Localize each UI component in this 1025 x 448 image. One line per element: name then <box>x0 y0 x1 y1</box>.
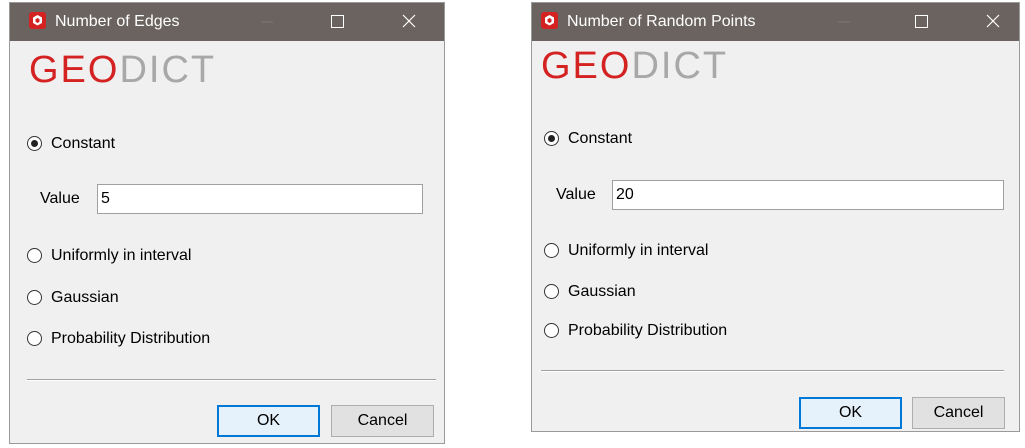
logo-geo-text: GEO <box>29 49 120 91</box>
geodict-logo: GEODICT <box>541 43 728 89</box>
minimize-button[interactable] <box>821 3 867 41</box>
number-of-edges-dialog: Number of Edges GEODICT Constant Value U… <box>9 2 445 444</box>
geodict-logo: GEODICT <box>29 47 216 93</box>
radio-probability-distribution[interactable]: Probability Distribution <box>544 321 804 343</box>
title-bar[interactable]: Number of Edges <box>10 3 444 41</box>
value-label: Value <box>556 186 596 203</box>
radio-button[interactable] <box>27 136 42 151</box>
radio-label: Uniformly in interval <box>51 247 192 264</box>
radio-label: Uniformly in interval <box>568 242 709 259</box>
value-label: Value <box>40 190 80 207</box>
radio-button[interactable] <box>544 131 559 146</box>
radio-label: Probability Distribution <box>51 330 211 347</box>
logo-geo-text: GEO <box>541 45 632 87</box>
window-title: Number of Random Points <box>567 13 756 30</box>
cancel-button[interactable]: Cancel <box>912 397 1005 429</box>
maximize-button[interactable] <box>314 3 360 41</box>
radio-label: Constant <box>568 130 633 147</box>
radio-gaussian[interactable]: Gaussian <box>544 282 744 304</box>
radio-probability-distribution[interactable]: Probability Distribution <box>27 329 287 351</box>
radio-constant[interactable]: Constant <box>544 129 744 151</box>
radio-button[interactable] <box>27 248 42 263</box>
geodict-app-icon <box>541 12 558 29</box>
value-input[interactable] <box>97 184 423 214</box>
maximize-button[interactable] <box>898 3 944 41</box>
close-button[interactable] <box>970 3 1016 41</box>
radio-uniformly-in-interval[interactable]: Uniformly in interval <box>544 241 784 263</box>
radio-constant[interactable]: Constant <box>27 134 227 156</box>
logo-dict-text: DICT <box>119 49 217 91</box>
window-title: Number of Edges <box>55 13 180 30</box>
radio-label: Gaussian <box>51 289 119 306</box>
radio-button[interactable] <box>27 331 42 346</box>
radio-label: Probability Distribution <box>568 322 728 339</box>
radio-gaussian[interactable]: Gaussian <box>27 288 227 310</box>
radio-label: Gaussian <box>568 283 636 300</box>
radio-uniformly-in-interval[interactable]: Uniformly in interval <box>27 246 267 268</box>
logo-dict-text: DICT <box>631 45 729 87</box>
radio-button[interactable] <box>544 323 559 338</box>
radio-label: Constant <box>51 135 116 152</box>
title-bar[interactable]: Number of Random Points <box>532 3 1019 41</box>
ok-button[interactable]: OK <box>799 397 902 429</box>
radio-button[interactable] <box>544 243 559 258</box>
minimize-button[interactable] <box>244 3 290 41</box>
ok-button[interactable]: OK <box>217 405 320 437</box>
radio-button[interactable] <box>544 284 559 299</box>
number-of-random-points-dialog: Number of Random Points GEODICT Constant… <box>531 2 1020 432</box>
separator <box>541 370 1004 372</box>
value-input[interactable] <box>612 180 1004 210</box>
close-button[interactable] <box>386 3 432 41</box>
cancel-button[interactable]: Cancel <box>331 405 434 437</box>
separator <box>27 379 436 381</box>
geodict-app-icon <box>29 12 46 29</box>
radio-button[interactable] <box>27 290 42 305</box>
